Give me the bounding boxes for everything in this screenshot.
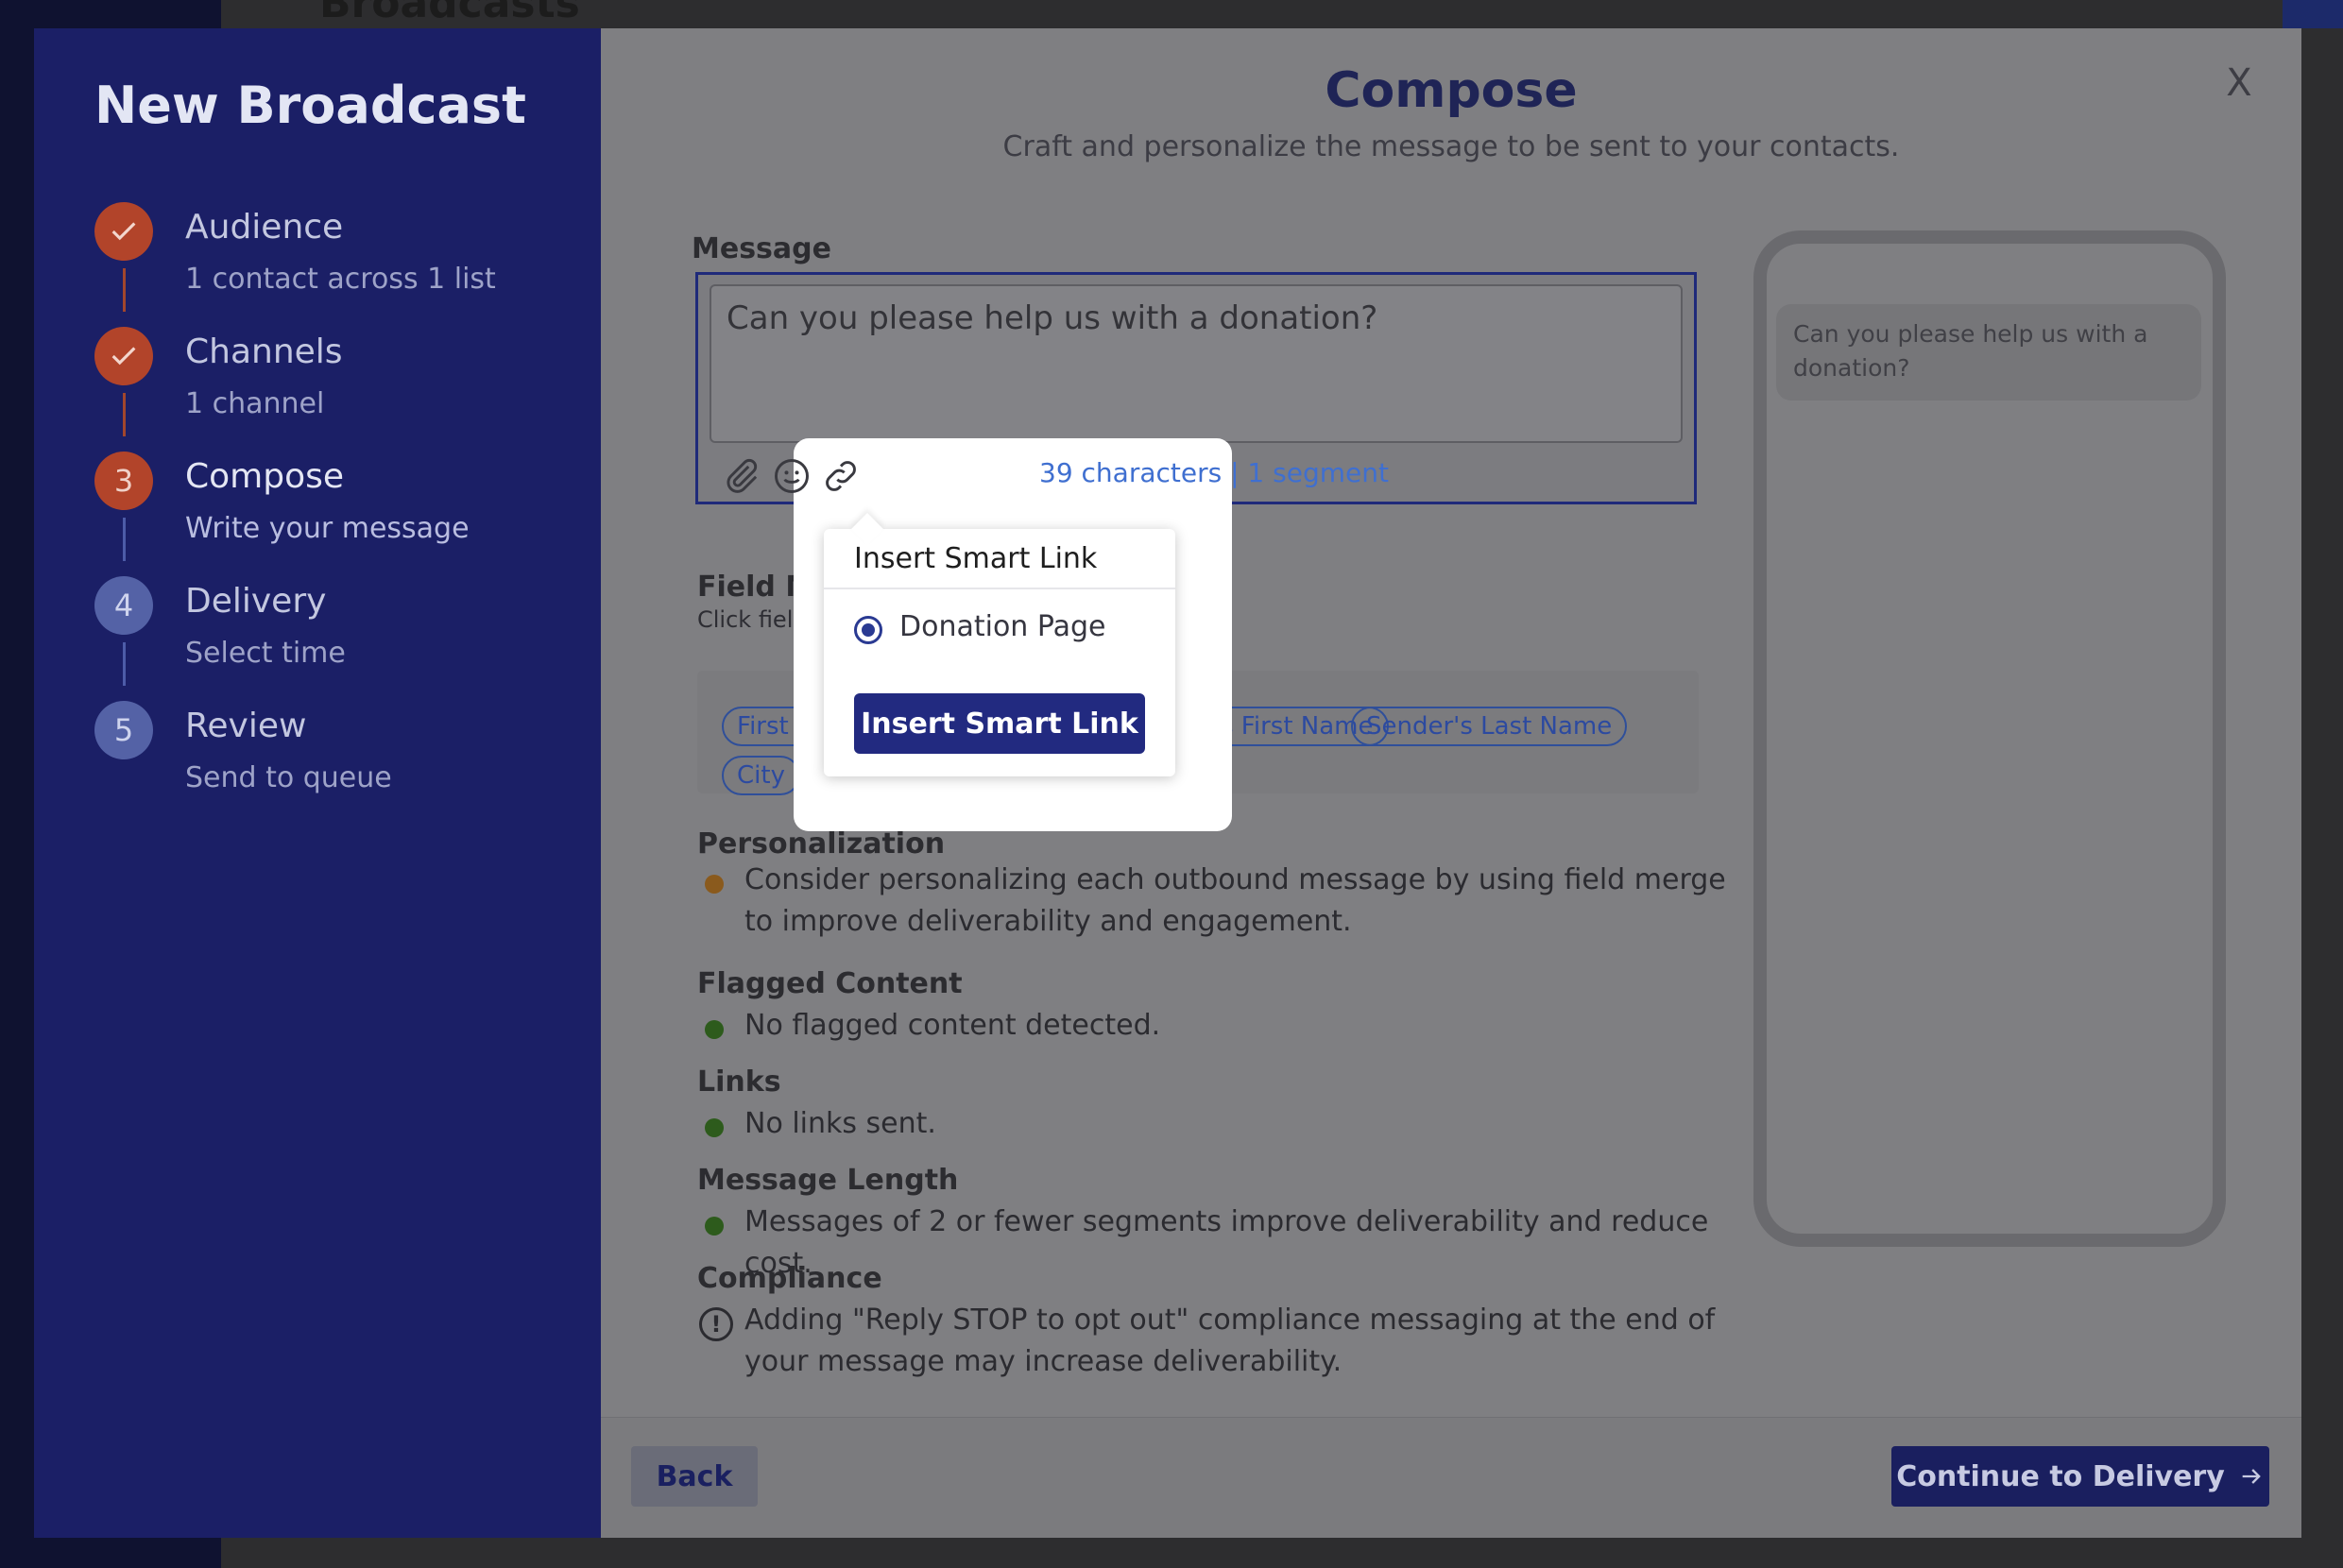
step-subtitle: 1 channel: [185, 387, 325, 420]
modal-heading: New Broadcast: [94, 76, 526, 135]
check-icon: [111, 347, 136, 366]
step-audience[interactable]: Audience 1 contact across 1 list: [94, 202, 586, 327]
status-text: Consider personalizing each outbound mes…: [744, 863, 1726, 938]
step-connector: [123, 393, 126, 436]
step-connector: [123, 518, 126, 561]
step-number: 3: [94, 452, 153, 510]
status-text: Messages of 2 or fewer segments improve …: [744, 1205, 1709, 1280]
emoji-icon[interactable]: [771, 455, 812, 497]
ok-dot-icon: [705, 1020, 724, 1039]
status-text: Adding "Reply STOP to opt out" complianc…: [744, 1304, 1716, 1378]
field-chip-city[interactable]: City: [722, 756, 800, 795]
background-page-title: Broadcasts: [319, 0, 580, 27]
ok-dot-icon: [705, 1217, 724, 1236]
step-done-icon: [94, 202, 153, 261]
step-delivery[interactable]: 4 Delivery Select time: [94, 576, 586, 701]
message-input[interactable]: Can you please help us with a donation?: [710, 284, 1683, 443]
step-channels[interactable]: Channels 1 channel: [94, 327, 586, 452]
arrow-right-icon: [2242, 1469, 2261, 1484]
message-label: Message: [692, 232, 831, 265]
status-text: No flagged content detected.: [744, 1009, 1161, 1042]
status-text: No links sent.: [744, 1107, 936, 1140]
background-corner-badge: [2283, 0, 2343, 28]
step-compose[interactable]: 3 Compose Write your message: [94, 452, 586, 576]
step-number: 5: [94, 701, 153, 759]
preview-message-bubble: Can you please help us with a donation?: [1776, 304, 2201, 401]
popover-divider: [824, 588, 1175, 589]
steps-panel: New Broadcast Audience 1 contact across …: [34, 28, 601, 1538]
step-subtitle: Select time: [185, 637, 346, 670]
donation-page-radio[interactable]: [854, 616, 882, 644]
ok-dot-icon: [705, 1118, 724, 1137]
radio-selected-dot: [862, 623, 875, 637]
insert-smart-link-popover: Insert Smart Link Donation Page Insert S…: [824, 513, 1175, 776]
step-title: Channels: [185, 332, 343, 371]
info-icon: !: [699, 1307, 733, 1341]
continue-label: Continue to Delivery: [1896, 1459, 2225, 1493]
step-title: Audience: [185, 208, 344, 247]
personalization-label: Personalization: [697, 827, 946, 861]
step-title: Review: [185, 707, 307, 745]
step-number: 4: [94, 576, 153, 635]
warning-dot-icon: [705, 875, 724, 894]
step-subtitle: Write your message: [185, 512, 470, 545]
compliance-label: Compliance: [697, 1262, 882, 1295]
continue-to-delivery-button[interactable]: Continue to Delivery: [1891, 1446, 2269, 1507]
links-label: Links: [697, 1065, 781, 1099]
flagged-content-label: Flagged Content: [697, 967, 963, 1000]
step-review[interactable]: 5 Review Send to queue: [94, 701, 586, 826]
step-title: Delivery: [185, 582, 327, 621]
step-connector: [123, 268, 126, 312]
step-subtitle: 1 contact across 1 list: [185, 263, 496, 296]
modal-footer: Back Continue to Delivery: [601, 1417, 2301, 1538]
page-subtitle: Craft and personalize the message to be …: [1002, 130, 1900, 163]
insert-smart-link-button[interactable]: Insert Smart Link: [854, 693, 1145, 754]
message-length-label: Message Length: [697, 1164, 959, 1197]
step-connector: [123, 642, 126, 686]
step-subtitle: Send to queue: [185, 761, 392, 794]
field-chip-senders-last-name[interactable]: Sender's Last Name: [1351, 707, 1628, 746]
character-counter: 39 characters | 1 segment: [1039, 457, 1389, 488]
back-button[interactable]: Back: [631, 1446, 758, 1507]
phone-preview: Can you please help us with a donation?: [1753, 230, 2226, 1247]
popover-title: Insert Smart Link: [854, 542, 1098, 575]
step-done-icon: [94, 327, 153, 385]
paperclip-icon[interactable]: [720, 455, 761, 497]
page-title: Compose: [1325, 62, 1578, 119]
link-icon[interactable]: [820, 455, 862, 497]
donation-page-option-label[interactable]: Donation Page: [899, 610, 1105, 643]
step-title: Compose: [185, 457, 345, 496]
check-icon: [111, 222, 136, 241]
